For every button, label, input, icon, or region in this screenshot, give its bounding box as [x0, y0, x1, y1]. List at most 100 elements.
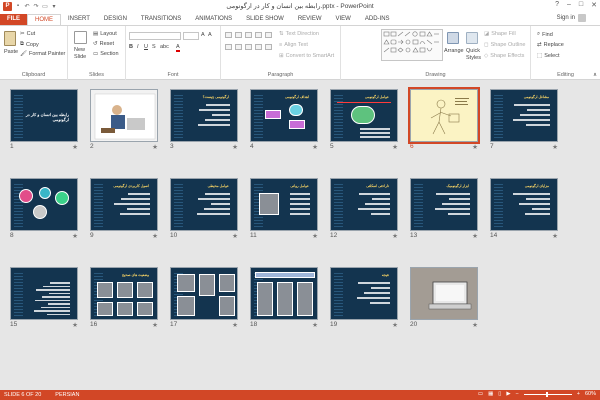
transition-star-icon[interactable]: ★	[72, 321, 78, 329]
decrease-indent-icon[interactable]	[245, 32, 252, 38]
font-name-input[interactable]	[129, 32, 181, 40]
slide-preview[interactable]	[10, 267, 78, 320]
normal-view-icon[interactable]: ▭	[478, 391, 483, 397]
slide-preview[interactable]	[250, 267, 318, 320]
slide-preview[interactable]: مشاغل ارگونومی	[490, 89, 558, 142]
section-button[interactable]: ▭ Section	[93, 51, 119, 57]
slide-thumbnail-11[interactable]: عوامل روانی 11 ★	[250, 178, 318, 240]
transition-star-icon[interactable]: ★	[392, 232, 398, 240]
language-indicator[interactable]: PERSIAN	[55, 392, 79, 398]
zoom-slider[interactable]	[523, 391, 572, 397]
reset-button[interactable]: ↺ Reset	[93, 41, 114, 47]
new-slide-button-line2[interactable]: Slide	[74, 54, 86, 60]
slide-thumbnail-6[interactable]: 6 ★	[408, 87, 480, 151]
transition-star-icon[interactable]: ★	[72, 143, 78, 151]
tab-slide-show[interactable]: SLIDE SHOW	[239, 14, 291, 25]
tab-insert[interactable]: INSERT	[61, 14, 97, 25]
justify-icon[interactable]	[255, 44, 262, 50]
align-text-button[interactable]: ≡ Align Text	[279, 42, 308, 48]
avatar[interactable]	[578, 14, 586, 22]
slide-thumbnail-12[interactable]: ناراحتی اسکلتی 12 ★	[330, 178, 398, 240]
transition-star-icon[interactable]: ★	[312, 232, 318, 240]
shapes-gallery[interactable]	[381, 29, 443, 61]
find-button[interactable]: ⌕ Find	[537, 31, 553, 38]
new-slide-button[interactable]: New	[74, 47, 85, 53]
arrange-button[interactable]: Arrange	[444, 48, 464, 54]
slide-thumbnail-14[interactable]: مزایای ارگونومی 14 ★	[490, 178, 558, 240]
slide-thumbnail-17[interactable]: 17 ★	[170, 267, 238, 329]
columns-icon[interactable]	[265, 44, 272, 50]
align-right-icon[interactable]	[245, 44, 252, 50]
slide-preview[interactable]	[410, 267, 478, 320]
slide-preview[interactable]: مزایای ارگونومی	[490, 178, 558, 231]
slide-thumbnail-7[interactable]: مشاغل ارگونومی 7 ★	[490, 89, 558, 151]
zoom-level[interactable]: 60%	[585, 391, 596, 397]
quick-styles-icon[interactable]	[466, 32, 478, 44]
font-size-input[interactable]	[183, 32, 199, 40]
transition-star-icon[interactable]: ★	[472, 321, 478, 329]
slide-thumbnail-9[interactable]: اصول کاربردی ارگونومی 9 ★	[90, 178, 158, 240]
transition-star-icon[interactable]: ★	[312, 143, 318, 151]
convert-smartart-button[interactable]: ⊞ Convert to SmartArt	[279, 53, 334, 59]
sign-in[interactable]: Sign in	[557, 14, 586, 22]
save-icon[interactable]: ▪	[15, 3, 21, 9]
slide-thumbnail-10[interactable]: عوامل محیطی 10 ★	[170, 178, 238, 240]
slide-preview[interactable]	[408, 87, 480, 144]
tab-file[interactable]: FILE	[0, 14, 27, 25]
slide-preview[interactable]: رابطه بین انسان و کار در ارگونومی	[10, 89, 78, 142]
slide-preview[interactable]: ابزار ارگونومیک	[410, 178, 478, 231]
new-slide-icon[interactable]	[74, 31, 87, 44]
shape-effects-button[interactable]: ◇ Shape Effects	[484, 53, 524, 59]
tab-home[interactable]: HOME	[27, 14, 61, 25]
tab-animations[interactable]: ANIMATIONS	[188, 14, 239, 25]
copy-button[interactable]: ⧉ Copy	[20, 41, 39, 48]
slide-preview[interactable]: وضعیت های صحیح	[90, 267, 158, 320]
minimize-button[interactable]: –	[567, 1, 571, 9]
paste-button[interactable]: Paste	[4, 49, 18, 55]
slide-thumbnail-4[interactable]: اهداف ارگونومی 4 ★	[250, 89, 318, 151]
format-painter-button[interactable]: 🖌 Format Painter	[20, 51, 65, 57]
replace-button[interactable]: ⇄ Replace	[537, 42, 564, 48]
tab-transitions[interactable]: TRANSITIONS	[134, 14, 188, 25]
slide-thumbnail-1[interactable]: رابطه بین انسان و کار در ارگونومی 1 ★	[10, 89, 78, 151]
slide-thumbnail-18[interactable]: 18 ★	[250, 267, 318, 329]
transition-star-icon[interactable]: ★	[552, 232, 558, 240]
bullets-icon[interactable]	[225, 32, 232, 38]
zoom-out-button[interactable]: −	[516, 391, 519, 397]
transition-star-icon[interactable]: ★	[312, 321, 318, 329]
shrink-font-button[interactable]: A	[208, 32, 212, 38]
slide-preview[interactable]: اصول کاربردی ارگونومی	[90, 178, 158, 231]
shape-fill-button[interactable]: ◪ Shape Fill	[484, 31, 516, 37]
reading-view-icon[interactable]: ▯	[498, 391, 501, 397]
slide-thumbnail-5[interactable]: عوامل ارگونومی 5 ★	[330, 89, 398, 151]
slide-thumbnail-13[interactable]: ابزار ارگونومیک 13 ★	[410, 178, 478, 240]
layout-button[interactable]: ▤ Layout	[93, 31, 117, 37]
grow-font-button[interactable]: A	[201, 32, 205, 38]
slide-preview[interactable]: عوامل ارگونومی	[330, 89, 398, 142]
slide-thumbnail-3[interactable]: ارگونومی چیست؟ 3 ★	[170, 89, 238, 151]
slide-thumbnail-16[interactable]: وضعیت های صحیح 16 ★	[90, 267, 158, 329]
slide-preview[interactable]	[90, 89, 158, 142]
slide-preview[interactable]: اهداف ارگونومی	[250, 89, 318, 142]
transition-star-icon[interactable]: ★	[392, 321, 398, 329]
quick-styles-button[interactable]: Quick	[466, 48, 480, 54]
slide-preview[interactable]	[170, 267, 238, 320]
zoom-slider-thumb[interactable]	[545, 391, 548, 397]
quick-styles-button-line2[interactable]: Styles	[466, 55, 481, 61]
close-button[interactable]: ✕	[591, 1, 597, 9]
customize-qat-icon[interactable]: ▾	[51, 3, 57, 10]
slide-preview[interactable]: عوامل روانی	[250, 178, 318, 231]
slide-preview[interactable]: ارگونومی چیست؟	[170, 89, 238, 142]
tab-view[interactable]: VIEW	[329, 14, 358, 25]
bold-button[interactable]: B	[129, 44, 133, 50]
transition-star-icon[interactable]: ★	[472, 232, 478, 240]
line-spacing-icon[interactable]	[265, 32, 272, 38]
undo-icon[interactable]: ↶	[24, 3, 30, 10]
maximize-button[interactable]: □	[579, 1, 583, 9]
transition-star-icon[interactable]: ★	[232, 232, 238, 240]
start-slideshow-icon[interactable]: ▭	[42, 3, 48, 10]
transition-star-icon[interactable]: ★	[72, 232, 78, 240]
shape-outline-button[interactable]: ◻ Shape Outline	[484, 42, 525, 48]
align-left-icon[interactable]	[225, 44, 232, 50]
text-direction-button[interactable]: ⇅ Text Direction	[279, 31, 319, 37]
